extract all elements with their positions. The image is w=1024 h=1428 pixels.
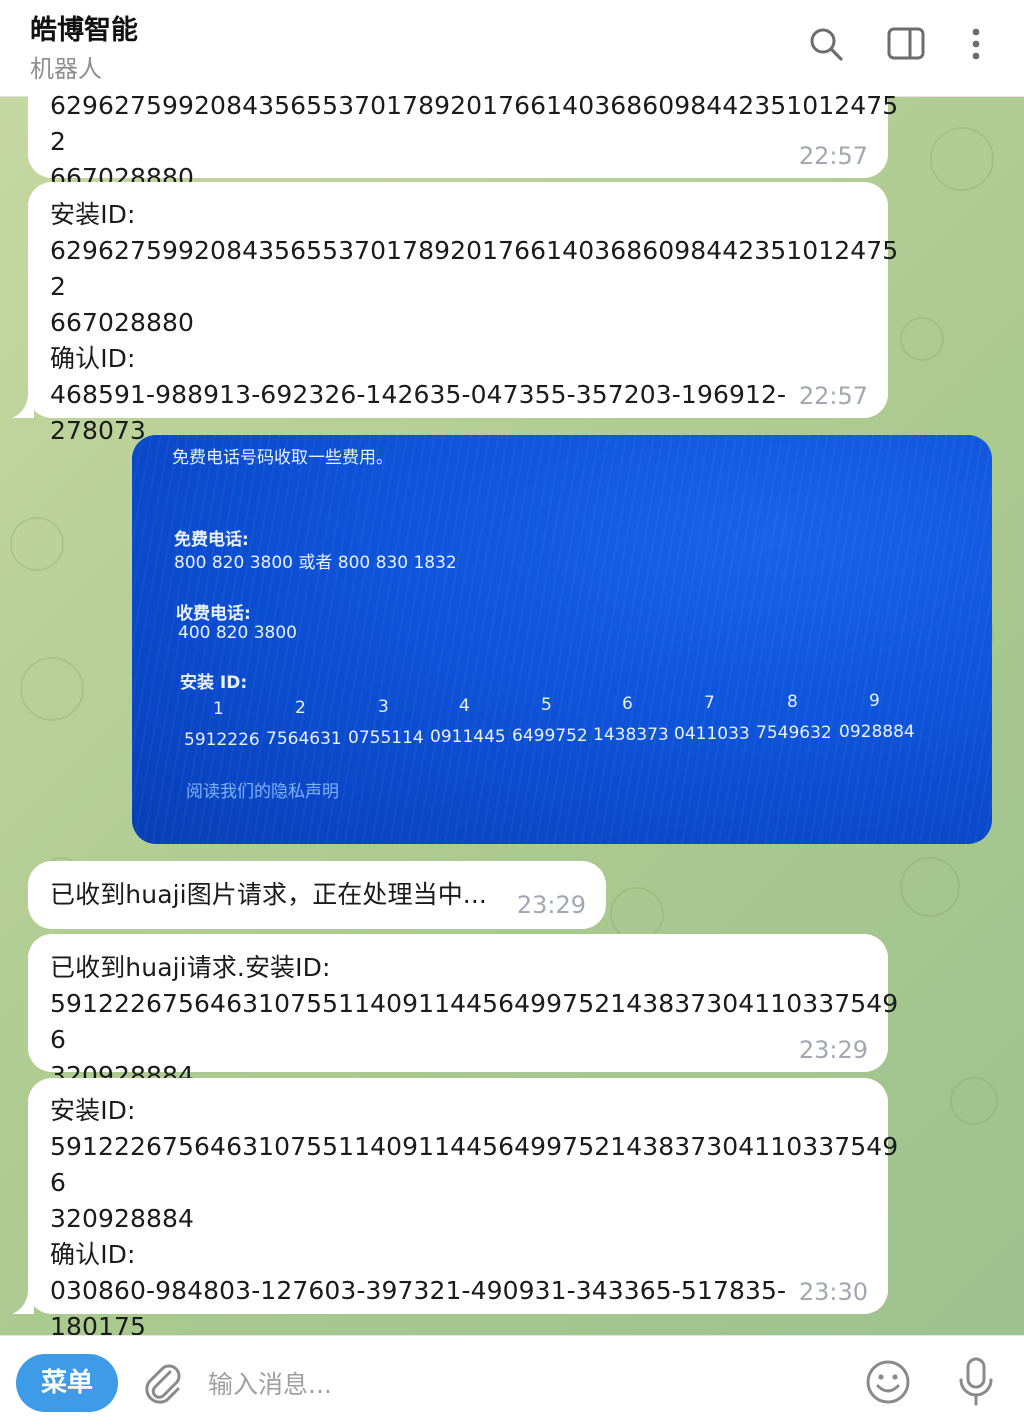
photo-id-group: 1438373 — [593, 725, 669, 745]
photo-id-group: 0755114 — [348, 728, 424, 748]
message-bubble[interactable]: 已收到huaji图片请求，正在处理当中... 23:29 — [28, 861, 606, 929]
message-text: 已收到huaji图片请求，正在处理当中... — [50, 880, 487, 909]
photo-col-number: 2 — [295, 698, 306, 718]
message-bubble[interactable]: 安装ID: 5912226756463107551140911445649975… — [28, 1078, 898, 1341]
bubble-tail — [12, 1292, 34, 1314]
photo-text-top: 免费电话号码收取一些费用。 — [172, 448, 393, 468]
chat-header: 皓博智能 机器人 — [0, 0, 1024, 97]
photo-id-group: 0411033 — [674, 724, 750, 744]
message-bubble[interactable]: 安装ID: 6296275992084356553701789201766140… — [28, 182, 898, 445]
menu-button[interactable]: 菜单 — [16, 1354, 118, 1412]
photo-col-number: 9 — [869, 691, 880, 711]
photo-message[interactable]: 免费电话号码收取一些费用。 免费电话: 800 820 3800 或者 800 … — [132, 435, 992, 844]
photo-col-number: 6 — [622, 694, 633, 714]
message-bubble[interactable]: 已收到huaji请求.安装ID: 59122267564631075511409… — [28, 934, 898, 1090]
photo-col-number: 1 — [213, 699, 224, 719]
message-text: 已收到huaji请求.安装ID: 59122267564631075511409… — [50, 953, 899, 1090]
message-time: 23:29 — [516, 891, 586, 919]
search-icon[interactable] — [806, 24, 846, 64]
message-bubble[interactable]: 6296275992084356553701789201766140368609… — [28, 84, 898, 192]
photo-paid-number: 400 820 3800 — [178, 623, 297, 643]
chat-subtitle: 机器人 — [30, 55, 102, 83]
photo-id-group: 6499752 — [512, 726, 588, 746]
message-text: 6296275992084356553701789201766140368609… — [50, 91, 899, 192]
message-time: 23:30 — [798, 1278, 868, 1306]
photo-id-group: 7549632 — [756, 723, 832, 743]
photo-id-label: 安装 ID: — [180, 673, 248, 693]
photo-privacy-link: 阅读我们的隐私声明 — [186, 782, 339, 802]
photo-id-group: 7564631 — [266, 729, 342, 749]
chat-title[interactable]: 皓博智能 — [30, 8, 138, 47]
photo-id-group: 0928884 — [839, 722, 915, 742]
message-text: 安装ID: 5912226756463107551140911445649975… — [50, 1096, 899, 1341]
more-options-icon[interactable] — [956, 24, 996, 64]
photo-id-group: 5912226 — [184, 730, 260, 750]
photo-col-number: 7 — [704, 693, 715, 713]
emoji-icon[interactable] — [864, 1358, 912, 1406]
message-input-bar: 菜单 — [0, 1335, 1024, 1428]
message-text: 安装ID: 6296275992084356553701789201766140… — [50, 200, 899, 445]
photo-paid-label: 收费电话: — [176, 604, 251, 624]
photo-col-number: 8 — [787, 692, 798, 712]
photo-col-number: 5 — [541, 695, 552, 715]
sidebar-toggle-icon[interactable] — [886, 24, 926, 64]
message-input[interactable] — [206, 1358, 840, 1410]
attach-icon[interactable] — [140, 1360, 186, 1406]
message-time: 22:57 — [798, 142, 868, 170]
message-time: 23:29 — [798, 1036, 868, 1064]
photo-col-number: 4 — [459, 696, 470, 716]
microphone-icon[interactable] — [952, 1356, 1000, 1408]
message-time: 22:57 — [798, 382, 868, 410]
bubble-tail — [12, 396, 34, 418]
photo-col-number: 3 — [378, 697, 389, 717]
photo-free-label: 免费电话: — [174, 530, 249, 550]
photo-free-numbers: 800 820 3800 或者 800 830 1832 — [174, 553, 457, 573]
photo-id-group: 0911445 — [430, 727, 506, 747]
